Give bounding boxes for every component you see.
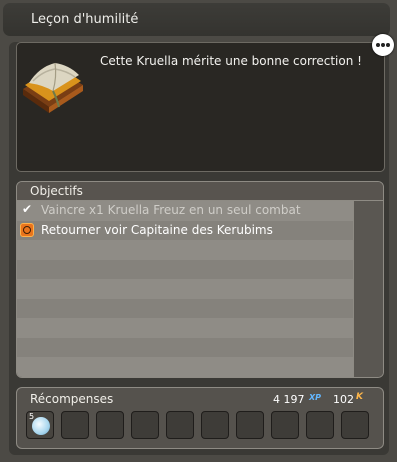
reward-slot[interactable] xyxy=(201,411,229,439)
empty-row xyxy=(17,298,353,318)
target-icon xyxy=(20,222,34,237)
reward-slot[interactable] xyxy=(131,411,159,439)
quest-description: Cette Kruella mérite une bonne correctio… xyxy=(100,54,362,68)
reward-slot[interactable] xyxy=(341,411,369,439)
xp-value: 4 197 xyxy=(273,393,305,406)
objective-row[interactable]: ✔ Vaincre x1 Kruella Freuz en un seul co… xyxy=(17,201,353,221)
objectives-panel: Objectifs ✔ Vaincre x1 Kruella Freuz en … xyxy=(16,181,384,378)
objectives-list: ✔ Vaincre x1 Kruella Freuz en un seul co… xyxy=(17,201,353,377)
reward-slot[interactable] xyxy=(166,411,194,439)
empty-row xyxy=(17,337,353,357)
objectives-scrollbar[interactable] xyxy=(353,201,383,377)
objective-label: Vaincre x1 Kruella Freuz en un seul comb… xyxy=(41,203,301,217)
title-bar[interactable]: Leçon d'humilité xyxy=(3,3,390,36)
dialogue-bubble-icon[interactable] xyxy=(372,34,394,56)
kamas-icon: K xyxy=(356,392,363,402)
rewards-panel: Récompenses 4 197 XP 102 K 5 xyxy=(16,387,384,449)
kamas-value: 102 xyxy=(333,393,354,406)
reward-slot[interactable] xyxy=(236,411,264,439)
reward-slot[interactable]: 5 xyxy=(26,411,54,439)
empty-row xyxy=(17,357,353,377)
empty-row xyxy=(17,279,353,299)
window-title: Leçon d'humilité xyxy=(31,12,139,27)
objective-row[interactable]: Retourner voir Capitaine des Kerubims xyxy=(17,220,353,240)
reward-slot[interactable] xyxy=(61,411,89,439)
check-icon: ✔ xyxy=(22,202,33,216)
objectives-header: Objectifs xyxy=(17,182,383,201)
reward-slot[interactable] xyxy=(306,411,334,439)
reward-slot[interactable] xyxy=(96,411,124,439)
empty-row xyxy=(17,259,353,279)
objective-label: Retourner voir Capitaine des Kerubims xyxy=(41,222,273,237)
empty-row xyxy=(17,240,353,260)
rewards-title: Récompenses xyxy=(30,392,114,406)
xp-icon: XP xyxy=(309,393,322,402)
empty-row xyxy=(17,318,353,338)
crystal-item-icon xyxy=(32,417,50,435)
quest-book-icon xyxy=(23,62,83,113)
objectives-title: Objectifs xyxy=(30,184,83,198)
item-count: 5 xyxy=(29,412,35,421)
reward-slot[interactable] xyxy=(271,411,299,439)
